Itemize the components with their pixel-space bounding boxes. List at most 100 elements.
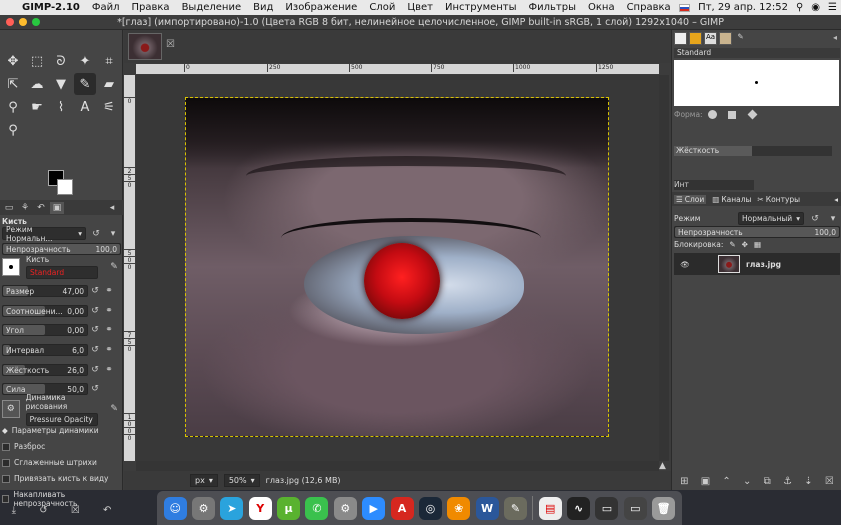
size-slider[interactable]: Размер 47,00 [2, 285, 88, 297]
transform-icon[interactable]: ⇱ [2, 73, 24, 95]
dock-telegram-icon[interactable]: ➤ [220, 496, 244, 520]
paintbrush-icon[interactable]: ✎ [74, 73, 96, 95]
dock-window-icon[interactable]: ▭ [623, 496, 647, 520]
fg-bg-colors[interactable] [48, 170, 76, 198]
visibility-eye-icon[interactable]: 👁 [678, 260, 692, 269]
crop-icon[interactable]: ⌗ [98, 50, 120, 72]
dock-whatsapp-icon[interactable]: ✆ [305, 496, 329, 520]
hardness-bar[interactable]: Жёсткость [674, 146, 752, 156]
mode-select[interactable]: Режим Нормальн... ▾ [2, 225, 86, 243]
warp-icon[interactable]: ☁ [26, 73, 48, 95]
lower-layer-icon[interactable]: ⌄ [743, 476, 751, 487]
opacity-slider[interactable]: Непрозрачность 100,0 [2, 243, 121, 255]
reset-mode-icon[interactable]: ↺ [89, 229, 103, 239]
edit-brush-icon[interactable]: ✎ [107, 262, 121, 272]
spotlight-icon[interactable]: ⚲ [796, 2, 803, 13]
chevron-down-icon[interactable]: ▾ [106, 229, 120, 239]
brushes-tab-icon[interactable] [674, 32, 687, 45]
text-tool-icon[interactable]: A [74, 96, 96, 118]
tab-paths[interactable]: ✂ Контуры [757, 195, 800, 204]
link-size-icon[interactable]: ⚭ [102, 286, 116, 296]
lock-position-icon[interactable]: ✥ [742, 240, 748, 249]
menu-tools[interactable]: Инструменты [445, 2, 517, 13]
merge-layer-icon[interactable]: ⇣ [804, 476, 812, 487]
spacing-slider[interactable]: Интервал 6,0 [2, 344, 88, 356]
fonts-tab-icon[interactable]: Aa [704, 32, 717, 45]
panel-menu-icon[interactable]: ◂ [105, 202, 119, 214]
delete-options-icon[interactable]: ☒ [71, 505, 80, 516]
menu-layer[interactable]: Слой [369, 2, 395, 13]
rect-select-icon[interactable]: ⬚ [26, 50, 48, 72]
dynamics-params-expander[interactable]: ◆ Параметры динамики [2, 426, 121, 435]
lock-brush-checkbox[interactable] [2, 474, 10, 483]
link-spacing-icon[interactable]: ⚭ [102, 345, 116, 355]
reset-hardness-icon[interactable]: ↺ [88, 365, 102, 375]
diamond-shape-icon[interactable] [747, 109, 758, 120]
tab-layers[interactable]: ☰ Слои [674, 194, 707, 204]
dock-word-icon[interactable]: W [475, 496, 499, 520]
dynamics-preview-button[interactable]: ⚙ [2, 400, 20, 418]
brush-editor-tab-icon[interactable]: ✎ [734, 32, 747, 45]
dock-preview-icon[interactable]: ▤ [538, 496, 562, 520]
smudge-icon[interactable]: ☛ [26, 96, 48, 118]
dock-steam-icon[interactable]: ◎ [418, 496, 442, 520]
fuzzy-select-icon[interactable]: ✦ [74, 50, 96, 72]
link-ratio-icon[interactable]: ⚭ [102, 306, 116, 316]
dock-utorrent-icon[interactable]: μ [277, 496, 301, 520]
panel-menu-icon[interactable]: ◂ [834, 195, 838, 204]
zoom-window-button[interactable] [32, 18, 40, 26]
scatter-checkbox[interactable] [2, 442, 10, 451]
brush-name[interactable]: Standard [26, 266, 98, 279]
dock-finder-icon[interactable]: ☺ [163, 496, 187, 520]
raise-layer-icon[interactable]: ⌃ [722, 476, 730, 487]
restore-options-icon[interactable]: ↺ [39, 505, 47, 516]
chevron-down-icon[interactable]: ▾ [826, 214, 840, 224]
menu-edit[interactable]: Правка [132, 2, 170, 13]
color-picker-icon[interactable]: ⚟ [98, 96, 120, 118]
link-hardness-icon[interactable]: ⚭ [102, 365, 116, 375]
minimize-window-button[interactable] [19, 18, 27, 26]
brush-preview-button[interactable] [2, 258, 20, 276]
horizontal-scrollbar[interactable] [136, 461, 659, 471]
smooth-checkbox[interactable] [2, 458, 10, 467]
ratio-slider[interactable]: Соотношени... 0,00 [2, 305, 88, 317]
new-layer-group-icon[interactable]: ▣ [701, 476, 710, 487]
hardness-bar-track[interactable] [752, 146, 832, 156]
dock-launchpad-icon[interactable]: ⚙ [192, 496, 216, 520]
navigate-icon[interactable]: ▲ [659, 461, 666, 471]
menu-file[interactable]: Файл [92, 2, 120, 13]
new-layer-icon[interactable]: ⊞ [680, 476, 688, 487]
zoom-icon[interactable]: ⚲ [2, 119, 24, 141]
device-status-tab-icon[interactable]: ⚘ [18, 202, 32, 214]
dynamics-value[interactable]: Pressure Opacity [25, 412, 98, 426]
reset-options-icon[interactable]: ↶ [103, 505, 111, 516]
tool-options-tab-icon[interactable]: ▭ [2, 202, 16, 214]
save-options-icon[interactable]: ⤓ [12, 505, 16, 516]
reset-spacing-icon[interactable]: ↺ [88, 345, 102, 355]
dock-gimp-icon[interactable]: ✎ [503, 496, 527, 520]
brush-preview[interactable] [674, 60, 839, 106]
menu-colors[interactable]: Цвет [407, 2, 433, 13]
unit-select[interactable]: px ▾ [190, 474, 218, 487]
angle-slider[interactable]: Угол 0,00 [2, 324, 88, 336]
clock[interactable]: Пт, 29 апр. 12:52 [698, 2, 788, 13]
reset-ratio-icon[interactable]: ↺ [88, 306, 102, 316]
horizontal-ruler[interactable]: 0 250 500 750 1000 1250 [136, 64, 659, 74]
layer-mode-select[interactable]: Нормальный ▾ [738, 212, 804, 225]
images-tab-icon[interactable]: ▣ [50, 201, 64, 214]
delete-layer-icon[interactable]: ☒ [825, 476, 834, 487]
circle-shape-icon[interactable] [707, 110, 717, 119]
dock-trash-icon[interactable]: 🗑 [652, 496, 676, 520]
siri-icon[interactable]: ◉ [811, 2, 820, 13]
menu-filters[interactable]: Фильтры [529, 2, 576, 13]
image-canvas[interactable] [185, 97, 609, 437]
layer-name[interactable]: глаз.jpg [746, 260, 781, 269]
zoom-select[interactable]: 50% ▾ [223, 474, 260, 487]
close-icon[interactable]: ☒ [166, 39, 175, 50]
close-window-button[interactable] [6, 18, 14, 26]
square-shape-icon[interactable] [727, 110, 736, 119]
vertical-scrollbar[interactable] [659, 75, 669, 461]
anchor-layer-icon[interactable]: ⚓ [783, 476, 792, 487]
panel-menu-icon[interactable]: ◂ [833, 33, 837, 42]
reset-size-icon[interactable]: ↺ [88, 286, 102, 296]
